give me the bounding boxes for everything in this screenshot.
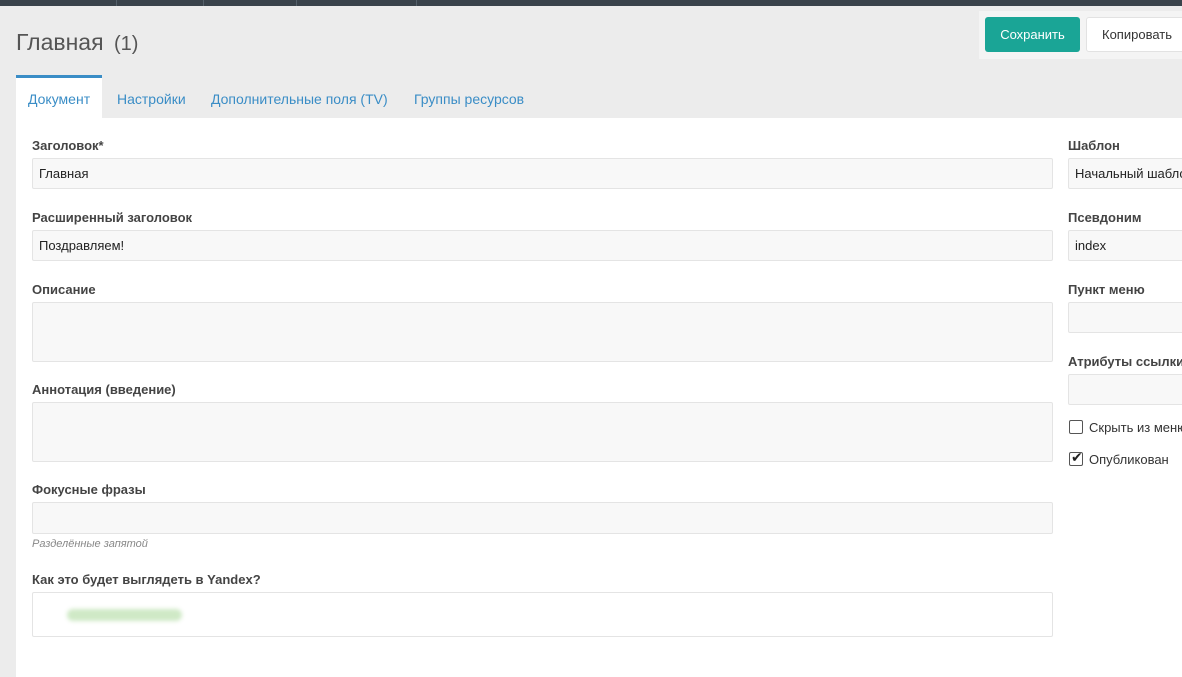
longtitle-label: Расширенный заголовок — [32, 210, 193, 225]
link-attributes-label: Атрибуты ссылки — [1068, 354, 1182, 369]
published-checkbox[interactable]: ✔ — [1069, 449, 1083, 466]
keywords-input[interactable] — [32, 502, 1053, 534]
description-label: Описание — [32, 282, 96, 297]
description-textarea[interactable] — [32, 302, 1053, 362]
alias-label: Псевдоним — [1068, 210, 1142, 225]
menutitle-label: Пункт меню — [1068, 282, 1145, 297]
page-title-count: (1) — [113, 33, 139, 55]
yandex-preview-box — [32, 592, 1053, 637]
template-label: Шаблон — [1068, 138, 1120, 153]
longtitle-input[interactable] — [32, 230, 1053, 261]
yandex-preview-label: Как это будет выглядеть в Yandex? — [32, 572, 261, 587]
tab-tv-fields[interactable]: Дополнительные поля (TV) — [211, 75, 388, 117]
hide-menu-row[interactable]: Скрыть из меню — [1069, 420, 1182, 435]
nav-segment[interactable] — [116, 0, 204, 6]
checkmark-icon: ✔ — [1071, 449, 1083, 465]
alias-input[interactable] — [1068, 230, 1182, 261]
link-attributes-input[interactable] — [1068, 374, 1182, 405]
blurred-url-preview — [67, 609, 182, 621]
published-row[interactable]: ✔ Опубликован — [1069, 449, 1169, 467]
save-button[interactable]: Сохранить — [985, 17, 1080, 52]
nav-segment[interactable] — [0, 0, 117, 6]
keywords-hint: Разделённые запятой — [32, 538, 148, 550]
introtext-textarea[interactable] — [32, 402, 1053, 462]
hide-menu-checkbox[interactable] — [1069, 420, 1083, 434]
hide-menu-label: Скрыть из меню — [1089, 420, 1182, 435]
nav-segment[interactable] — [203, 0, 297, 6]
introtext-label: Аннотация (введение) — [32, 382, 176, 397]
tab-resource-groups[interactable]: Группы ресурсов — [414, 75, 524, 117]
title-label: Заголовок* — [32, 138, 104, 153]
menutitle-input[interactable] — [1068, 302, 1182, 333]
copy-button[interactable]: Копировать — [1086, 17, 1182, 52]
published-label: Опубликован — [1089, 452, 1169, 467]
nav-segment[interactable] — [296, 0, 417, 6]
page-title-text: Главная — [16, 29, 104, 55]
page-title: Главная (1) — [16, 29, 138, 56]
top-navigation-bar — [0, 0, 1182, 6]
title-input[interactable] — [32, 158, 1053, 189]
tab-settings[interactable]: Настройки — [117, 75, 186, 117]
keywords-label: Фокусные фразы — [32, 482, 146, 497]
tab-document[interactable]: Документ — [16, 75, 103, 118]
template-select[interactable] — [1068, 158, 1182, 189]
